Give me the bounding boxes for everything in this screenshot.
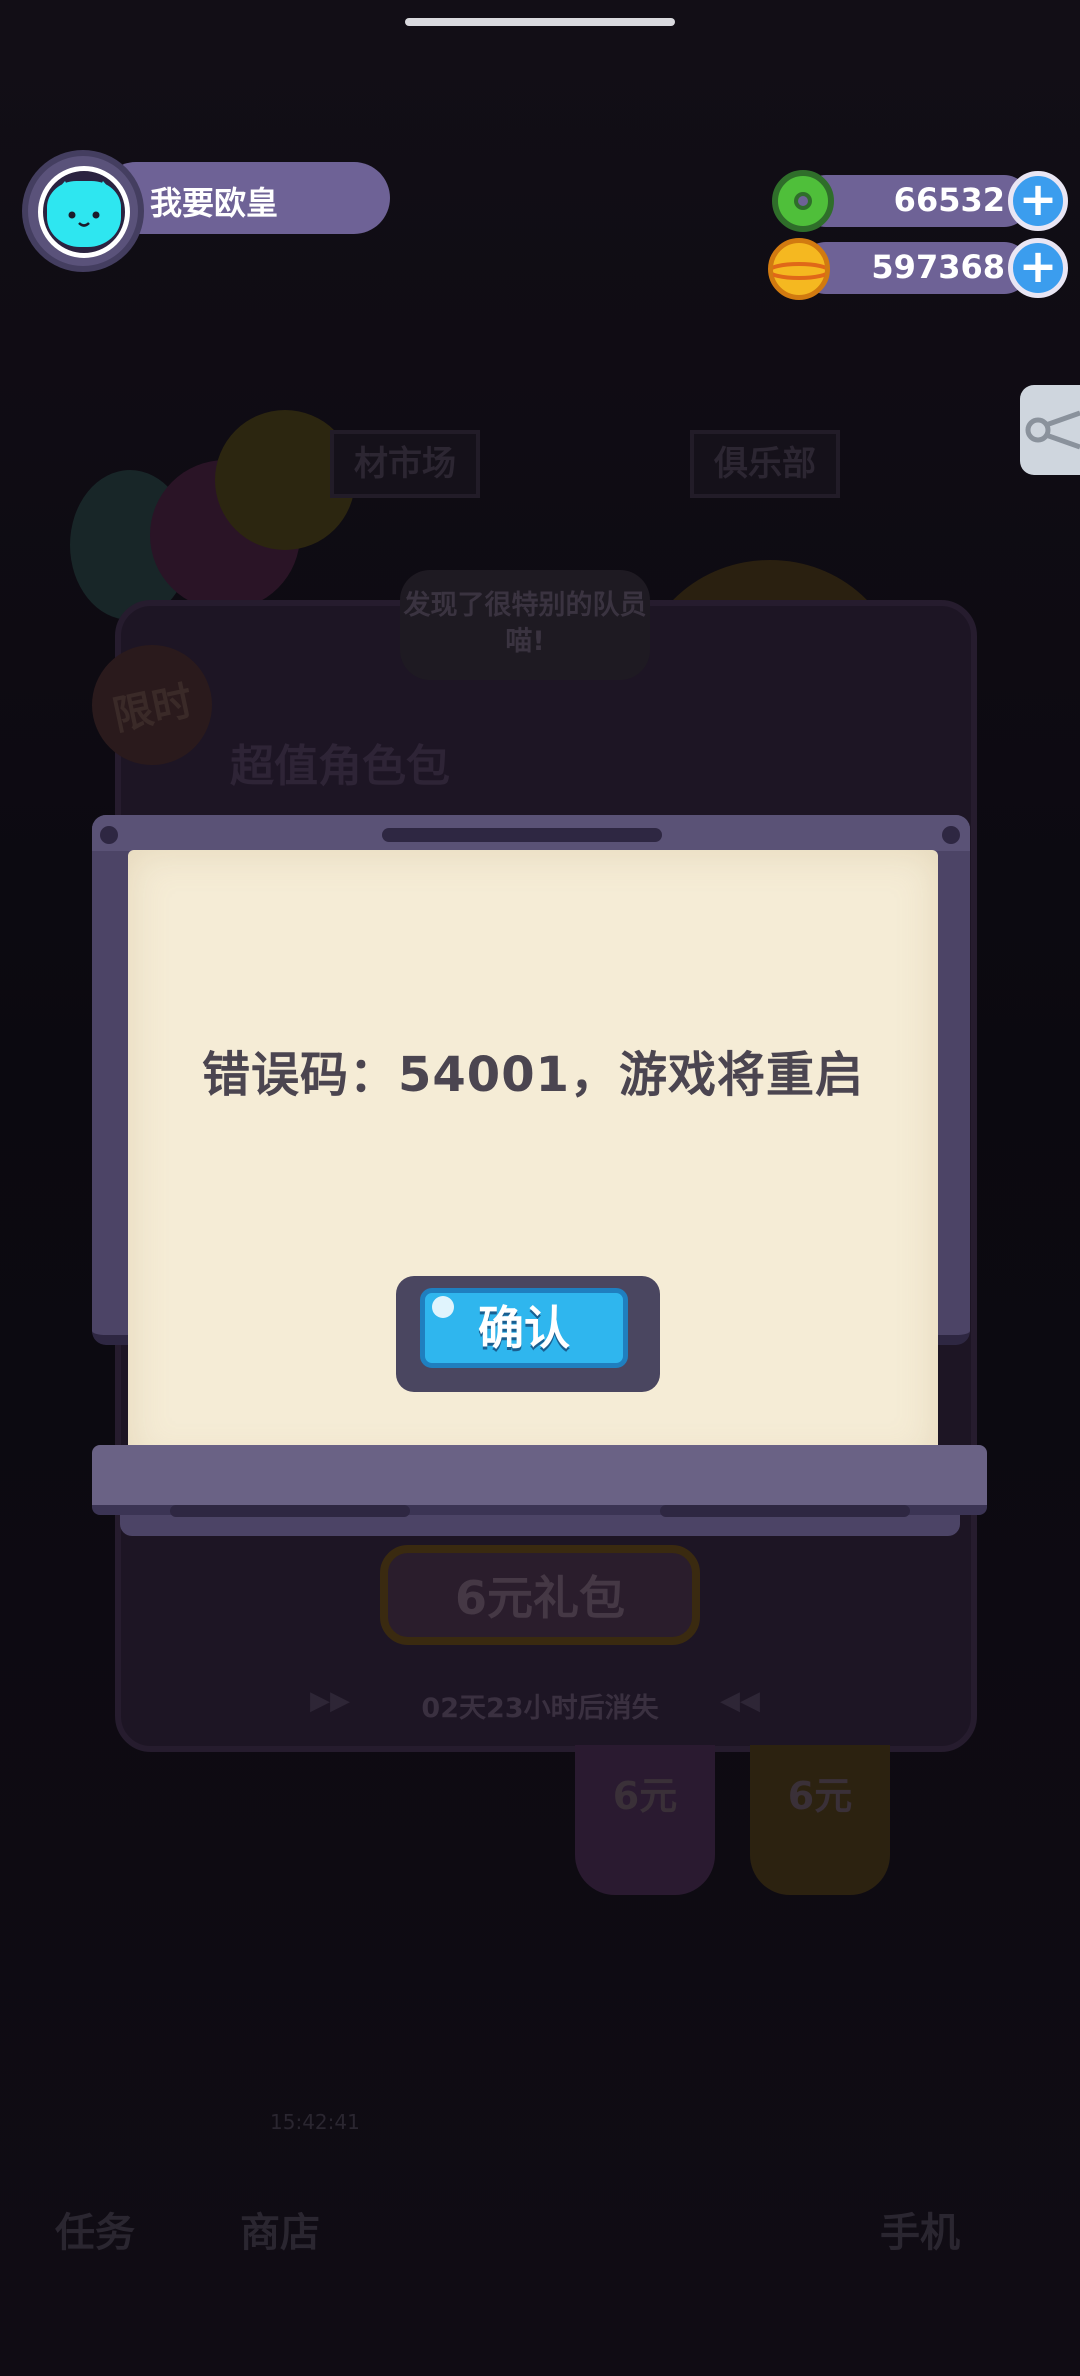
countdown-text: 02天23小时后消失 <box>421 1693 659 1724</box>
coin-count: 597368 <box>871 248 1005 286</box>
market-sign: 材市场 <box>330 430 480 498</box>
donut-count: 66532 <box>893 181 1005 219</box>
button-shine <box>432 1296 454 1318</box>
dialog-base-slot <box>170 1505 410 1517</box>
error-message: 错误码：54001，游戏将重启 <box>202 1047 864 1103</box>
scissors-icon <box>1025 410 1080 450</box>
gift-pack-button[interactable]: 6元礼包 <box>380 1545 700 1645</box>
price-option[interactable]: 6元 <box>750 1745 890 1895</box>
system-handle <box>405 18 675 26</box>
dialog-base-slot <box>660 1505 910 1517</box>
avatar[interactable] <box>38 166 130 258</box>
nav-tasks[interactable]: 任务 <box>55 2200 135 2258</box>
rivet <box>942 826 960 844</box>
cat-face-icon <box>47 181 121 247</box>
speech-bubble: 发现了很特别的队员喵! <box>400 570 650 680</box>
rewind-icon: ◀◀ <box>720 1686 760 1716</box>
add-donut-button[interactable]: + <box>1008 171 1068 231</box>
add-coin-button[interactable]: + <box>1008 238 1068 298</box>
player-name: 我要欧皇 <box>150 184 279 222</box>
price-option[interactable]: 6元 <box>575 1745 715 1895</box>
pack-title: 超值角色包 <box>230 741 450 792</box>
side-menu-tab[interactable] <box>1020 385 1080 475</box>
club-sign: 俱乐部 <box>690 430 840 498</box>
timer-text: 15:42:41 <box>270 2110 360 2134</box>
nav-shop[interactable]: 商店 <box>240 2200 320 2258</box>
rivet <box>100 826 118 844</box>
dialog-top-slot <box>382 828 662 842</box>
nav-phone[interactable]: 手机 <box>880 2200 960 2258</box>
